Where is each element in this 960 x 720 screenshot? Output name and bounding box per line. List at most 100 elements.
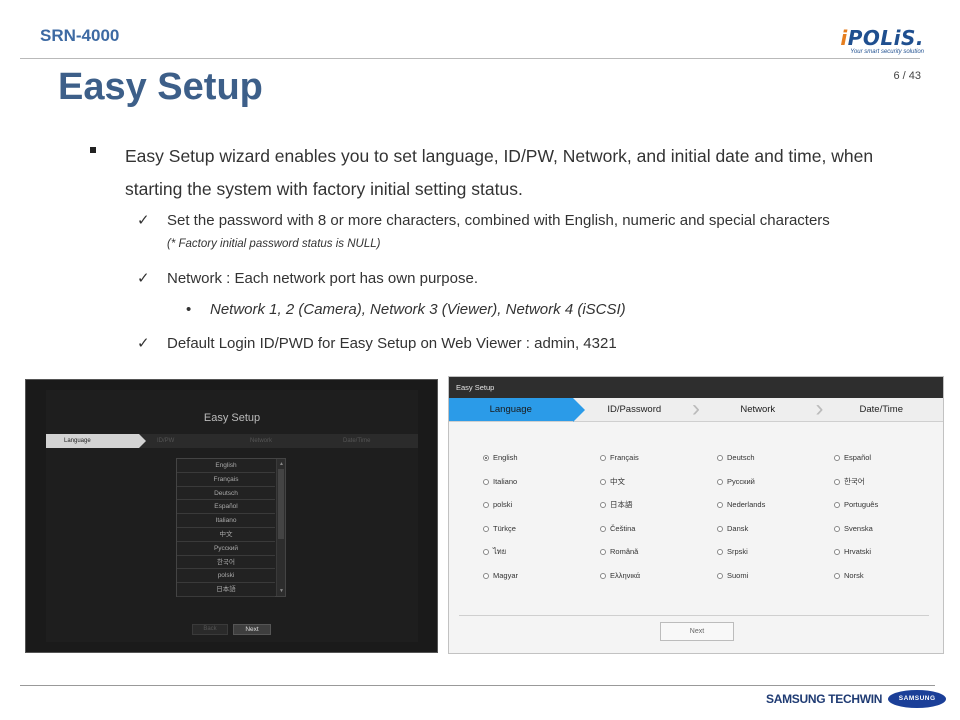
radio-icon[interactable] — [717, 525, 723, 532]
radio-icon[interactable] — [834, 525, 840, 532]
radio-icon[interactable] — [600, 478, 606, 485]
footer-company-name: SAMSUNG TECHWIN — [766, 692, 883, 706]
language-option[interactable]: Magyar — [483, 569, 600, 583]
language-option[interactable]: ไทย — [483, 545, 600, 559]
radio-icon[interactable] — [717, 549, 723, 555]
monitor-easy-setup-screenshot: Easy Setup Language ID/PW Network Date/T… — [25, 379, 438, 653]
monitor-list-scrollbar[interactable]: ▲ ▼ — [276, 459, 285, 596]
network-check-text: Network : Each network port has own purp… — [167, 270, 478, 287]
language-option[interactable]: Čeština — [600, 522, 717, 536]
scrollbar-thumb[interactable] — [278, 469, 284, 539]
language-option[interactable]: Français — [600, 451, 717, 465]
web-step-language[interactable]: Language — [449, 398, 584, 422]
language-option[interactable]: polski — [483, 498, 600, 512]
radio-icon[interactable] — [717, 502, 723, 508]
web-step-datetime[interactable]: Date/Time — [820, 398, 944, 421]
language-option[interactable]: Svenska — [834, 522, 951, 536]
language-label: Norsk — [844, 570, 864, 580]
radio-icon[interactable] — [834, 478, 840, 485]
language-option[interactable]: Italiano — [483, 475, 600, 489]
language-option[interactable]: 한국어 — [834, 475, 951, 489]
monitor-step-datetime[interactable]: Date/Time — [325, 434, 418, 448]
monitor-language-list[interactable]: English Français Deutsch Español Italian… — [176, 458, 286, 597]
radio-icon[interactable] — [483, 502, 489, 508]
language-option[interactable]: Dansk — [717, 522, 834, 536]
list-item[interactable]: English — [177, 459, 275, 473]
radio-icon[interactable] — [483, 525, 489, 532]
language-label: Türkçe — [493, 523, 516, 533]
language-label: Italiano — [493, 476, 518, 486]
monitor-next-button[interactable]: Next — [233, 624, 271, 635]
language-label: polski — [493, 500, 513, 509]
radio-icon[interactable] — [717, 572, 723, 579]
language-label: Português — [844, 500, 879, 509]
list-item[interactable]: Italiano — [177, 514, 275, 528]
language-label: Ελληνικά — [610, 570, 641, 580]
ipolis-logo: iPOLiS. Your smart security solution — [840, 28, 924, 56]
scroll-down-icon[interactable]: ▼ — [277, 587, 286, 595]
radio-icon[interactable] — [600, 549, 606, 555]
radio-icon[interactable] — [834, 502, 840, 508]
language-option[interactable]: Türkçe — [483, 522, 600, 536]
radio-icon[interactable] — [600, 455, 606, 461]
monitor-dialog: Easy Setup Language ID/PW Network Date/T… — [46, 390, 418, 642]
language-option[interactable]: Русский — [717, 475, 834, 489]
radio-icon[interactable] — [483, 572, 489, 579]
web-language-options: English Français Deutsch Español Italian… — [483, 451, 943, 583]
web-step-network[interactable]: Network — [696, 395, 823, 423]
language-option[interactable]: 日本語 — [600, 498, 717, 512]
list-item[interactable]: 한국어 — [177, 556, 275, 570]
list-item[interactable]: Español — [177, 500, 275, 515]
monitor-step-idpw[interactable]: ID/PW — [139, 434, 232, 448]
web-step-bar: Language ID/Password Network Date/Time — [449, 395, 944, 423]
radio-icon[interactable] — [483, 478, 489, 485]
language-option[interactable]: Suomi — [717, 569, 834, 583]
language-label: Srpski — [727, 547, 748, 556]
language-option[interactable]: Español — [834, 451, 951, 465]
list-item[interactable]: 日本語 — [177, 583, 275, 597]
radio-icon[interactable] — [834, 549, 840, 555]
page-number: 6 / 43 — [893, 70, 921, 82]
web-divider — [459, 615, 929, 616]
language-option[interactable]: Srpski — [717, 545, 834, 559]
language-option[interactable]: Deutsch — [717, 451, 834, 465]
radio-icon[interactable] — [600, 525, 606, 532]
web-easy-setup-screenshot: Easy Setup Language ID/Password Network … — [448, 376, 944, 654]
scroll-up-icon[interactable]: ▲ — [277, 460, 286, 468]
language-option[interactable]: Português — [834, 498, 951, 512]
list-item[interactable]: 中文 — [177, 528, 275, 542]
web-step-idpassword[interactable]: ID/Password — [573, 395, 699, 423]
monitor-step-language[interactable]: Language — [46, 434, 146, 448]
ipolis-tagline: Your smart security solution — [850, 49, 924, 55]
web-next-button[interactable]: Next — [660, 622, 734, 641]
language-label: 日本語 — [610, 500, 633, 509]
radio-icon[interactable] — [600, 502, 606, 508]
main-bullet-text: Easy Setup wizard enables you to set lan… — [125, 146, 874, 199]
monitor-step-network[interactable]: Network — [232, 434, 325, 448]
list-item[interactable]: Français — [177, 473, 275, 487]
language-option[interactable]: 中文 — [600, 475, 717, 489]
radio-icon[interactable] — [834, 572, 840, 579]
network-sub-bullet: • Network 1, 2 (Camera), Network 3 (Viewe… — [186, 301, 626, 318]
list-item[interactable]: polski — [177, 569, 275, 584]
password-check-item: ✓ Set the password with 8 or more charact… — [137, 211, 830, 229]
language-option[interactable]: Nederlands — [717, 498, 834, 512]
footer-brand: SAMSUNG TECHWIN SAMSUNG — [766, 690, 947, 708]
radio-icon[interactable] — [600, 572, 606, 579]
monitor-back-button[interactable]: Back — [192, 624, 228, 635]
list-item[interactable]: Deutsch — [177, 487, 275, 501]
list-item[interactable]: Русский — [177, 542, 275, 556]
language-option[interactable]: Română — [600, 545, 717, 559]
password-check-text: Set the password with 8 or more characte… — [167, 212, 830, 229]
checkmark-icon: ✓ — [137, 212, 150, 229]
language-option[interactable]: Hrvatski — [834, 545, 951, 559]
language-option[interactable]: Norsk — [834, 569, 951, 583]
radio-icon[interactable] — [483, 549, 489, 555]
radio-selected-icon[interactable] — [483, 455, 489, 461]
language-option-english[interactable]: English — [483, 451, 600, 465]
ipolis-wordmark-rest: POLiS. — [847, 26, 924, 50]
language-option[interactable]: Ελληνικά — [600, 569, 717, 583]
radio-icon[interactable] — [717, 455, 723, 461]
radio-icon[interactable] — [717, 478, 723, 485]
radio-icon[interactable] — [834, 455, 840, 461]
